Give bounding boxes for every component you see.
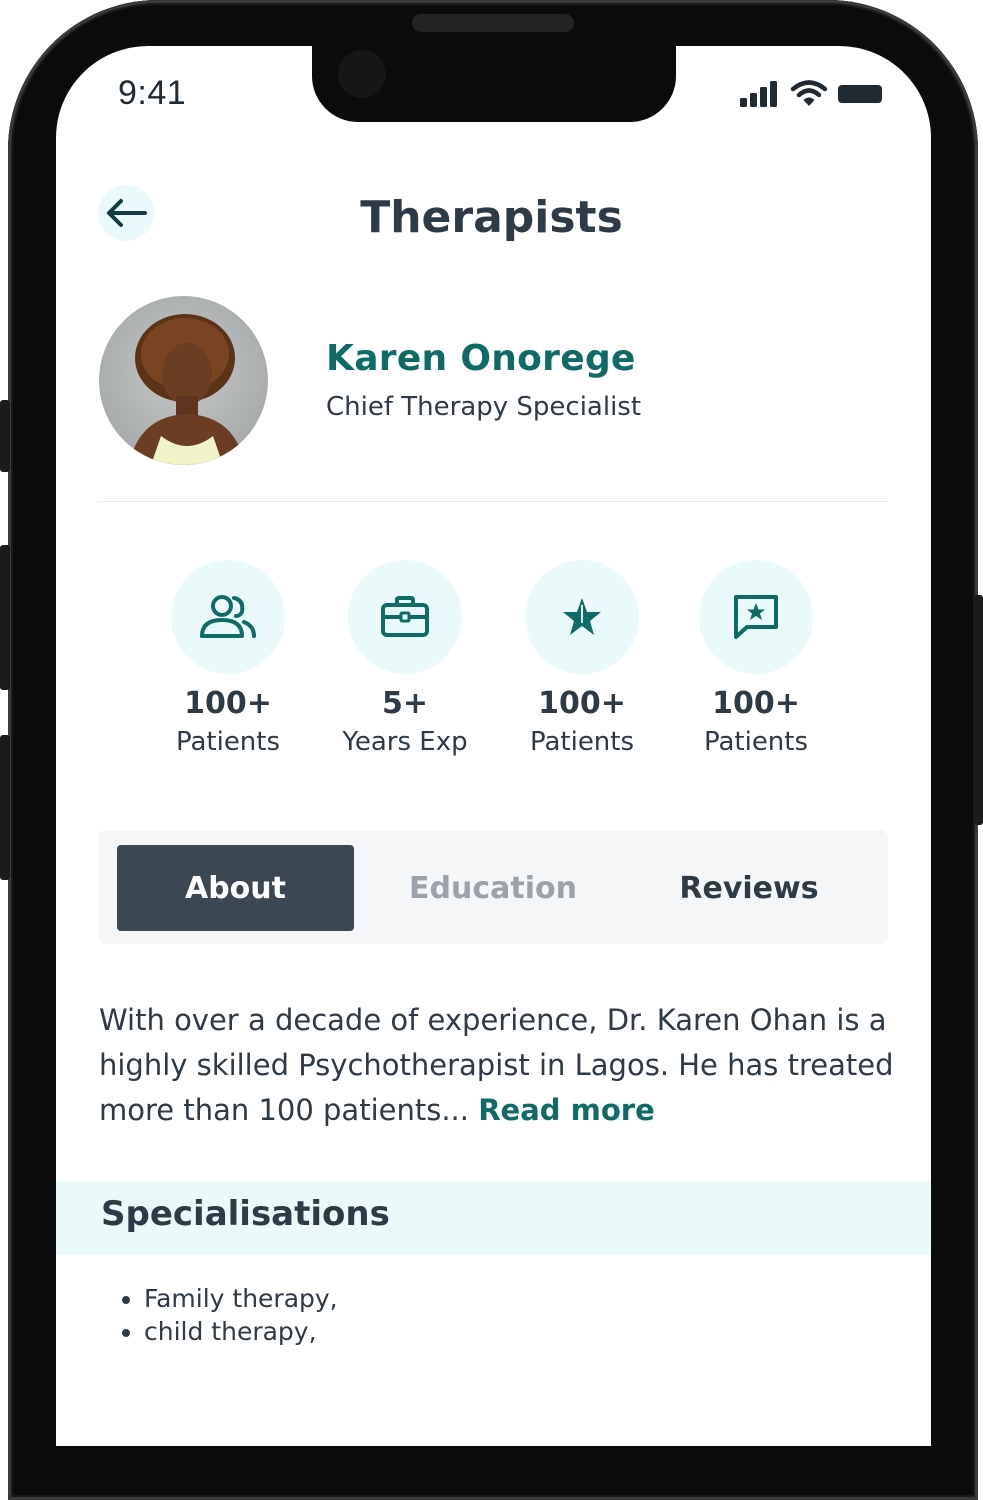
divider: [98, 501, 888, 502]
stat-patients: 100+ Patients: [138, 560, 318, 757]
users-icon: [200, 595, 256, 638]
battery-icon: [838, 85, 882, 103]
star-icon: [563, 598, 601, 635]
stat-years-exp: 5+ Years Exp: [315, 560, 495, 757]
stat-label: Patients: [529, 727, 635, 757]
list-item: Family therapy,: [144, 1282, 338, 1315]
speaker-grille: [412, 14, 574, 32]
status-icons: [738, 80, 884, 108]
specialisations-title: Specialisations: [101, 1194, 390, 1234]
stat-icon-circle: [171, 560, 285, 674]
specialisations-list: Family therapy, child therapy,: [110, 1282, 338, 1348]
about-text: With over a decade of experience, Dr. Ka…: [99, 998, 899, 1133]
briefcase-icon: [381, 596, 429, 637]
power-button: [974, 595, 983, 825]
stat-value: 5+: [381, 686, 428, 721]
list-item: child therapy,: [144, 1315, 338, 1348]
volume-up-button: [0, 545, 10, 690]
stat-icon-circle: [699, 560, 813, 674]
tab-bar: About Education Reviews: [98, 830, 888, 944]
stat-reviews: 100+ Patients: [666, 560, 846, 757]
front-camera: [338, 50, 386, 98]
stat-label: Patients: [175, 727, 281, 757]
stat-icon-circle: [348, 560, 462, 674]
wifi-icon: [790, 80, 828, 106]
stat-value: 100+: [712, 686, 800, 721]
volume-down-button: [0, 735, 10, 880]
read-more-link[interactable]: Read more: [478, 1093, 655, 1127]
page-title: Therapists: [360, 192, 623, 243]
review-chat-icon: [734, 595, 778, 639]
therapist-name: Karen Onorege: [326, 338, 636, 379]
stat-label: Years Exp: [342, 727, 468, 757]
stat-value: 100+: [184, 686, 272, 721]
tab-about[interactable]: About: [117, 845, 354, 931]
tab-education[interactable]: Education: [373, 845, 613, 931]
stat-label: Patients: [703, 727, 809, 757]
tab-reviews[interactable]: Reviews: [631, 845, 867, 931]
stat-rating: 100+ Patients: [492, 560, 672, 757]
avatar: [99, 296, 268, 465]
avatar-photo: [129, 314, 245, 465]
stat-icon-circle: [525, 560, 639, 674]
mute-switch: [0, 400, 10, 472]
status-time: 9:41: [118, 74, 187, 112]
signal-icon: [740, 81, 777, 107]
stat-value: 100+: [538, 686, 626, 721]
therapist-role: Chief Therapy Specialist: [326, 392, 642, 422]
